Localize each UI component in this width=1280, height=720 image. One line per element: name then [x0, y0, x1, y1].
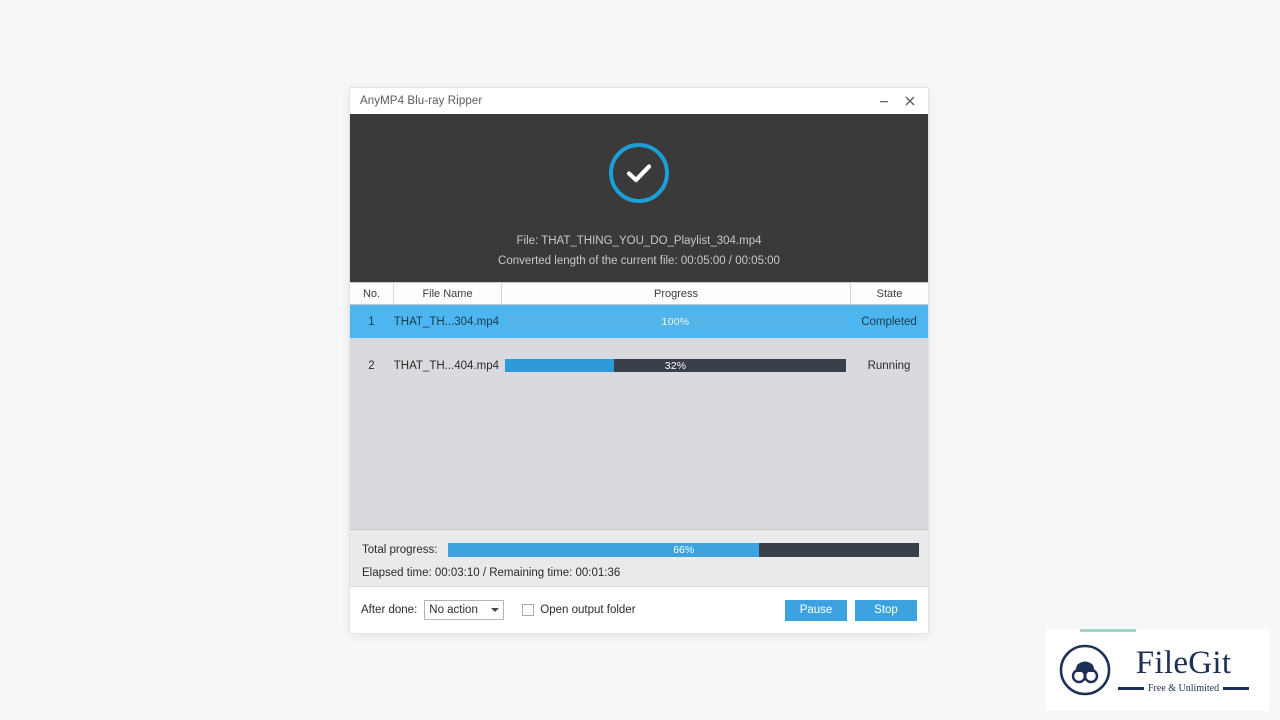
row-state: Completed — [861, 315, 917, 328]
table-row[interactable]: 2 THAT_TH...404.mp4 32% Running — [350, 349, 928, 382]
column-header-progress[interactable]: Progress — [501, 283, 850, 304]
status-area: Total progress: 66% Elapsed time: 00:03:… — [350, 529, 928, 586]
title-bar: AnyMP4 Blu-ray Ripper — [350, 88, 928, 114]
column-header-state[interactable]: State — [850, 283, 928, 304]
row-no: 1 — [368, 315, 375, 328]
watermark-brand-name: FileGit — [1135, 644, 1232, 681]
progress-bar: 100% — [505, 315, 846, 328]
total-progress-label: Total progress: — [362, 544, 438, 556]
row-progress-cell: 100% — [501, 315, 850, 328]
window-controls — [872, 88, 922, 114]
converted-length-text: Converted length of the current file: 00… — [498, 255, 780, 267]
after-done-label: After done: — [361, 604, 418, 616]
progress-bar: 32% — [505, 359, 846, 372]
total-progress-percent: 66% — [673, 544, 695, 556]
row-no: 2 — [368, 359, 375, 372]
open-output-folder-label: Open output folder — [540, 604, 636, 616]
table-row[interactable]: 1 THAT_TH...304.mp4 100% Completed — [350, 305, 928, 338]
after-done-select[interactable]: No action — [424, 600, 505, 620]
window-title: AnyMP4 Blu-ray Ripper — [360, 95, 483, 107]
status-circle — [609, 143, 669, 203]
open-output-folder-checkbox[interactable] — [522, 604, 535, 616]
progress-bar-label: 100% — [661, 315, 690, 328]
column-header-no[interactable]: No. — [350, 283, 393, 304]
minimize-button[interactable] — [872, 90, 896, 112]
filegit-watermark: FileGit Free & Unlimited — [1046, 629, 1270, 711]
watermark-tagline: Free & Unlimited — [1148, 682, 1220, 694]
row-spacer — [350, 338, 928, 349]
stop-button[interactable]: Stop — [855, 599, 917, 621]
row-file-name: THAT_TH...404.mp4 — [393, 359, 499, 372]
watermark-accent-bar — [1080, 629, 1136, 632]
watermark-rule-left — [1118, 686, 1144, 690]
after-done-selected-value: No action — [429, 604, 478, 616]
bottom-toolbar: After done: No action Open output folder… — [350, 586, 928, 633]
toolbar-buttons: Pause Stop — [785, 599, 917, 621]
column-header-file-name[interactable]: File Name — [393, 283, 501, 304]
pause-button[interactable]: Pause — [785, 599, 847, 621]
watermark-rule-right — [1223, 686, 1250, 690]
binoculars-circle-icon — [1059, 644, 1111, 696]
total-progress-bar: 66% — [448, 543, 919, 557]
elapsed-remaining-time: Elapsed time: 00:03:10 / Remaining time:… — [362, 567, 621, 579]
row-file-name: THAT_TH...304.mp4 — [393, 315, 499, 328]
conversion-status-panel: File: THAT_THING_YOU_DO_Playlist_304.mp4… — [350, 114, 928, 282]
total-progress-row: Total progress: 66% — [362, 543, 919, 557]
close-button[interactable] — [898, 90, 922, 112]
file-list[interactable]: 1 THAT_TH...304.mp4 100% Completed 2 THA… — [350, 305, 928, 529]
file-table-header: No. File Name Progress State — [350, 282, 928, 305]
app-window: AnyMP4 Blu-ray Ripper File: THAT_THING_Y… — [350, 88, 928, 633]
row-state: Running — [867, 359, 911, 372]
progress-bar-label: 32% — [664, 359, 687, 372]
minimize-icon — [880, 101, 888, 103]
checkmark-icon — [626, 164, 652, 183]
chevron-down-icon — [491, 608, 500, 612]
open-output-folder-option[interactable]: Open output folder — [522, 604, 636, 616]
close-icon — [905, 96, 915, 106]
watermark-text: FileGit Free & Unlimited — [1118, 644, 1250, 694]
current-file-text: File: THAT_THING_YOU_DO_Playlist_304.mp4 — [516, 235, 762, 247]
watermark-tagline-row: Free & Unlimited — [1118, 682, 1250, 694]
row-progress-cell: 32% — [501, 359, 850, 372]
